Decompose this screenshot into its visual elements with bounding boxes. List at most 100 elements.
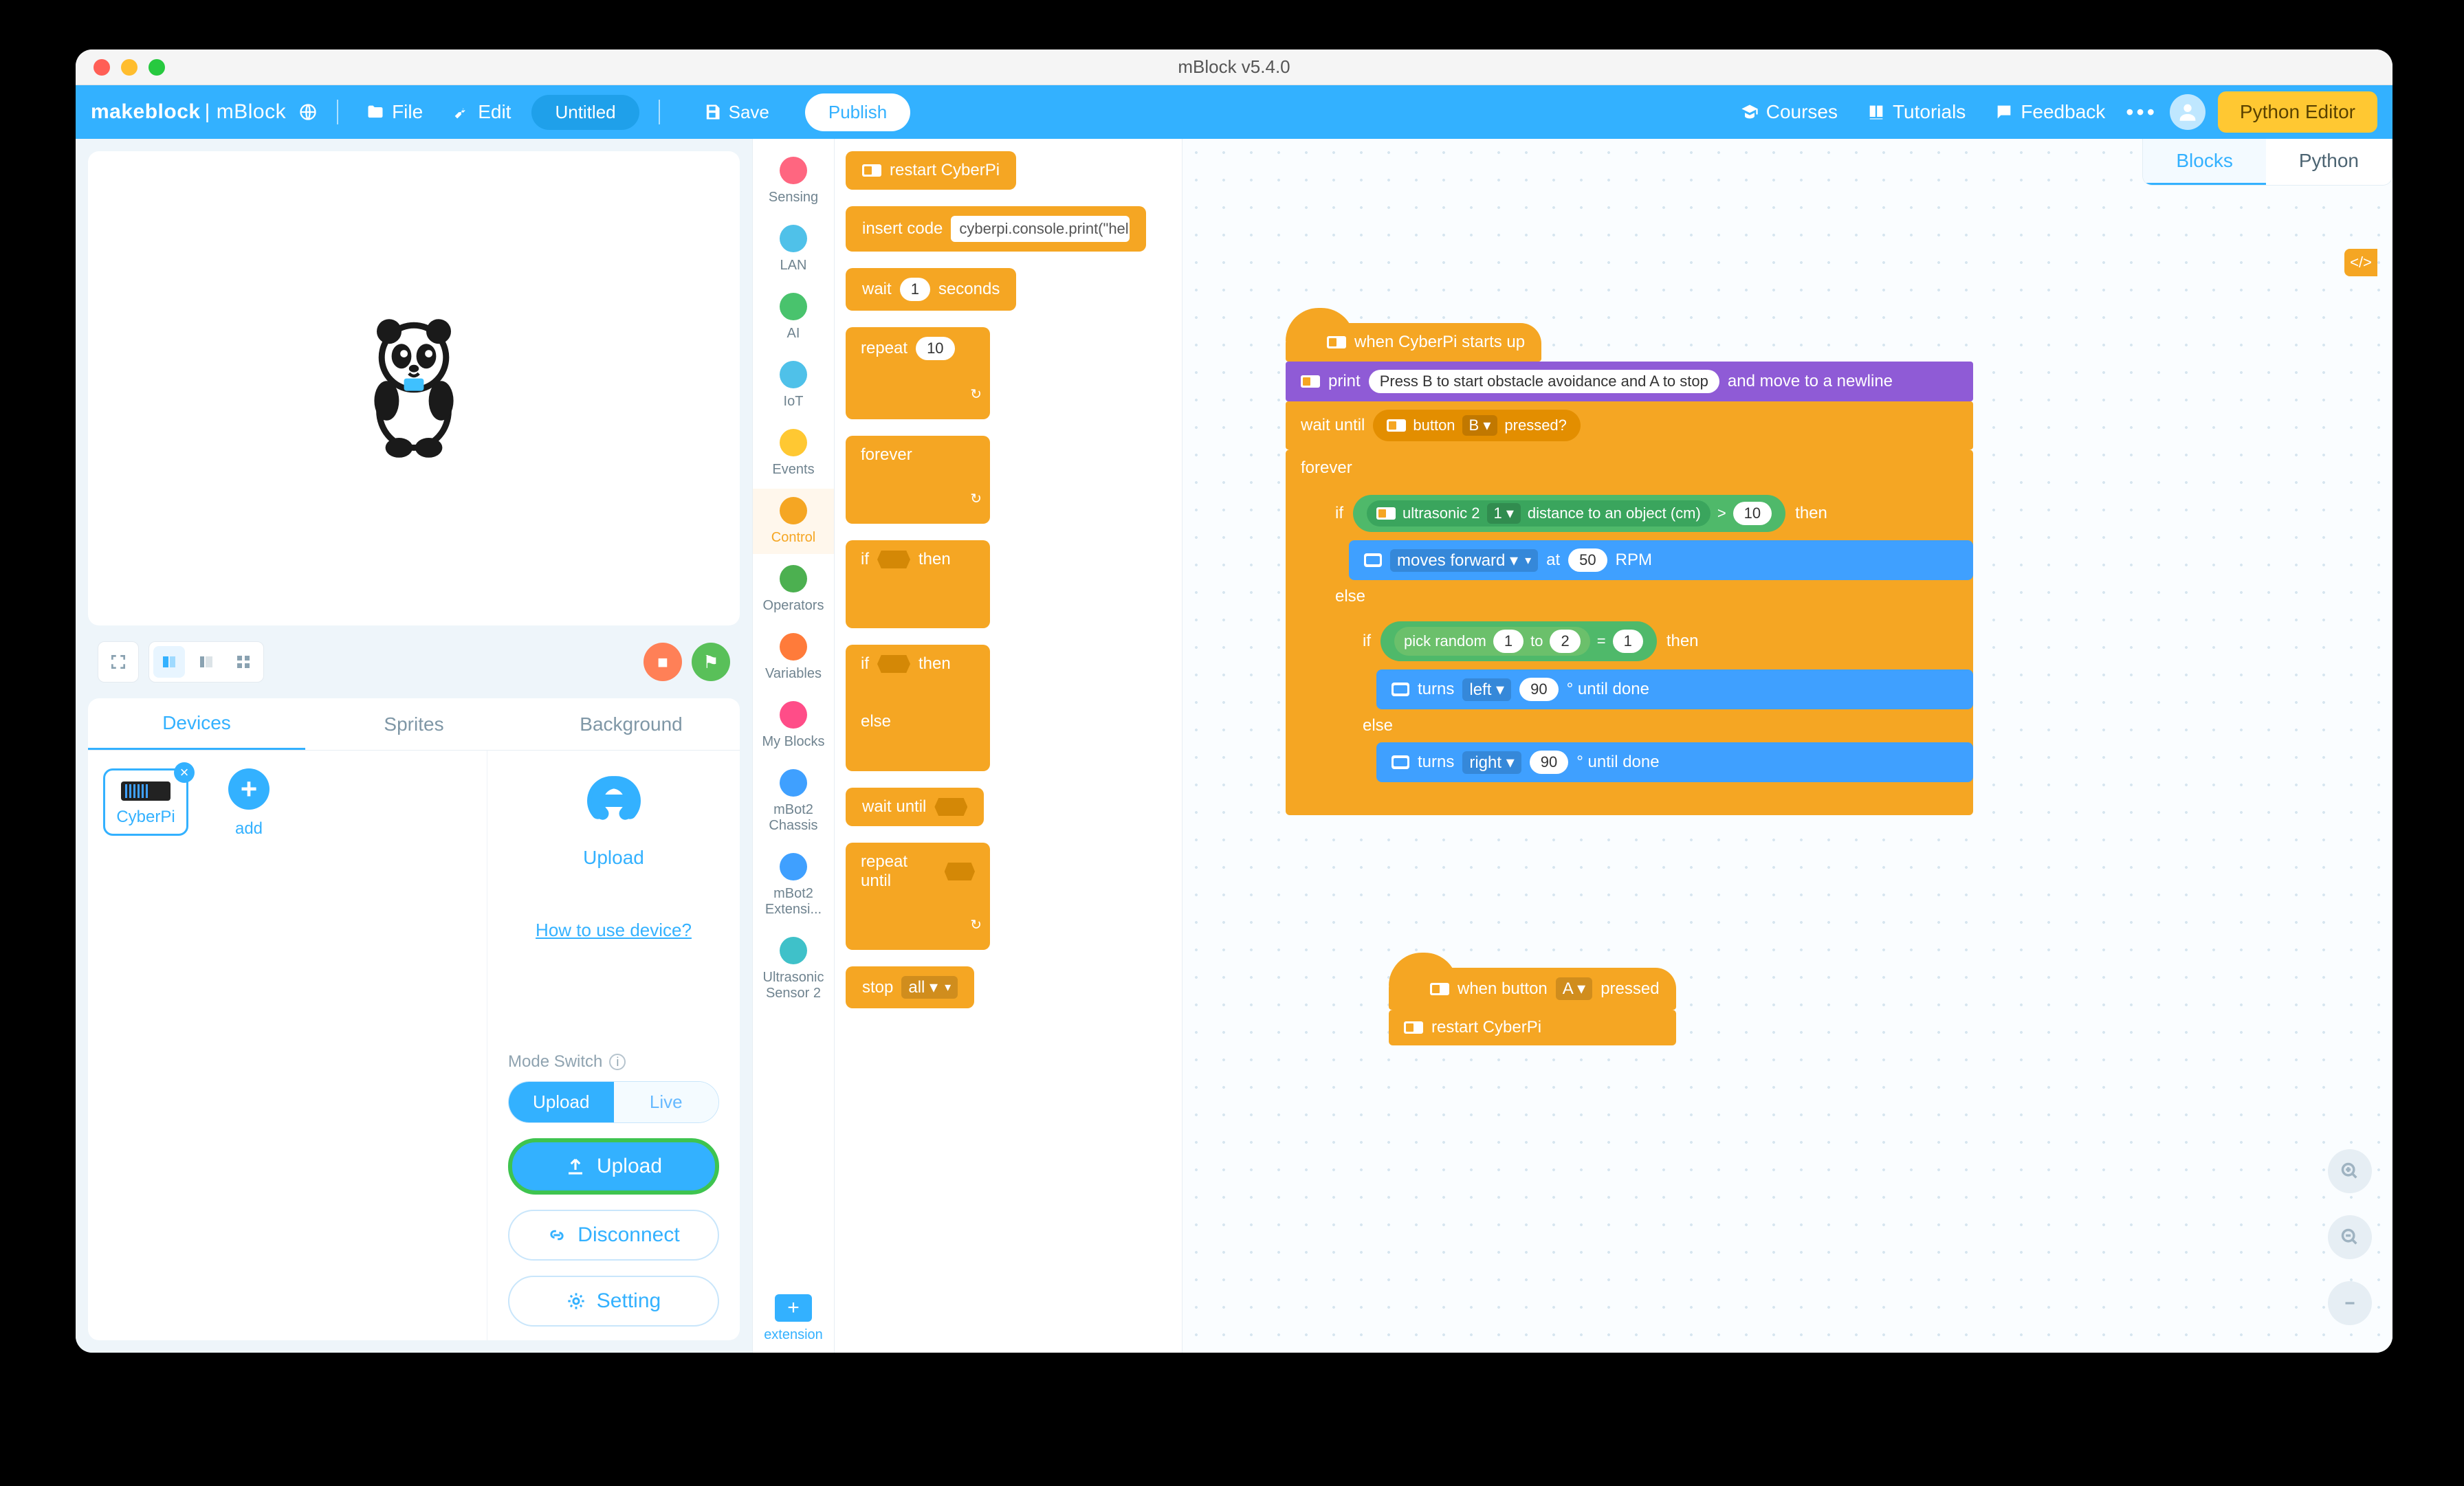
block-turn-left[interactable]: turns left ▾ 90 ° until done bbox=[1376, 669, 1973, 709]
block-if-random[interactable]: if pick random 1 to 2 bbox=[1349, 613, 1973, 792]
category-variables[interactable]: Variables bbox=[753, 625, 834, 690]
value[interactable]: 90 bbox=[1530, 751, 1568, 774]
block-if-else[interactable]: ifthen else bbox=[846, 645, 990, 771]
tab-devices[interactable]: Devices bbox=[88, 698, 305, 750]
tutorials-link[interactable]: Tutorials bbox=[1858, 97, 1974, 127]
condition-slot[interactable] bbox=[934, 798, 967, 816]
tab-blocks[interactable]: Blocks bbox=[2143, 139, 2265, 185]
block-turn-right[interactable]: turns right ▾ 90 ° until done bbox=[1376, 742, 1973, 782]
direction-dropdown[interactable]: right ▾ bbox=[1462, 751, 1521, 774]
add-extension[interactable]: + extension bbox=[764, 1294, 823, 1343]
python-editor-button[interactable]: Python Editor bbox=[2218, 91, 2377, 133]
block-wait-until-button-b[interactable]: wait until button B ▾ pressed? bbox=[1286, 401, 1973, 450]
go-button[interactable]: ⚑ bbox=[692, 643, 730, 681]
port-dropdown[interactable]: 1 ▾ bbox=[1487, 503, 1521, 524]
zoom-window-button[interactable] bbox=[148, 59, 165, 76]
block-restart-cyberpi[interactable]: restart CyberPi bbox=[846, 151, 1016, 190]
add-device[interactable]: + add bbox=[206, 768, 292, 839]
block-wait-seconds[interactable]: wait 1 seconds bbox=[846, 268, 1016, 311]
value[interactable]: 10 bbox=[916, 337, 954, 360]
block-wait-until[interactable]: wait until bbox=[846, 788, 984, 826]
reporter-ultrasonic[interactable]: ultrasonic 2 1 ▾ distance to an object (… bbox=[1367, 500, 1710, 526]
fullscreen-button[interactable] bbox=[102, 646, 134, 678]
block-insert-code[interactable]: insert code cyberpi.console.print("hello bbox=[846, 206, 1146, 252]
hat-when-starts-up[interactable]: when CyberPi starts up bbox=[1286, 323, 1541, 362]
value[interactable]: 1 bbox=[1493, 630, 1524, 653]
category-ultra[interactable]: Ultrasonic Sensor 2 bbox=[753, 929, 834, 1010]
block-forever[interactable]: forever ↻ bbox=[846, 436, 990, 524]
value[interactable]: 1 bbox=[1613, 630, 1643, 653]
value[interactable]: 90 bbox=[1519, 678, 1558, 701]
stage[interactable] bbox=[88, 151, 740, 625]
mode-segmented[interactable]: Upload Live bbox=[508, 1081, 719, 1123]
save-button[interactable]: Save bbox=[679, 93, 793, 131]
remove-device-icon[interactable]: × bbox=[174, 762, 195, 783]
category-events[interactable]: Events bbox=[753, 421, 834, 486]
category-mbot2c[interactable]: mBot2 Chassis bbox=[753, 761, 834, 842]
seg-live[interactable]: Live bbox=[614, 1082, 719, 1122]
how-to-use-link[interactable]: How to use device? bbox=[536, 920, 692, 941]
edit-menu[interactable]: Edit bbox=[443, 97, 519, 127]
disconnect-button[interactable]: Disconnect bbox=[508, 1210, 719, 1261]
block-if-distance[interactable]: if ultrasonic 2 1 ▾ distance to an objec… bbox=[1321, 487, 1973, 801]
block-repeat[interactable]: repeat10 ↻ bbox=[846, 327, 990, 419]
close-window-button[interactable] bbox=[94, 59, 110, 76]
block-forever[interactable]: forever if ultrasonic 2 1 ▾ bbox=[1286, 450, 1973, 815]
toggle-code-view[interactable]: </> bbox=[2344, 249, 2377, 276]
script-canvas[interactable]: Blocks Python </> when CyberPi starts up… bbox=[1182, 139, 2392, 1353]
cond-random-eq[interactable]: pick random 1 to 2 = 1 bbox=[1380, 621, 1657, 661]
file-menu[interactable]: File bbox=[358, 97, 431, 127]
stop-option[interactable]: all ▾ bbox=[901, 976, 958, 999]
stop-button[interactable]: ■ bbox=[644, 643, 682, 681]
block-move-forward[interactable]: moves forward ▾ at 50 RPM bbox=[1349, 540, 1973, 580]
tab-python[interactable]: Python bbox=[2266, 139, 2392, 185]
block-repeat-until[interactable]: repeat until ↻ bbox=[846, 843, 990, 950]
feedback-link[interactable]: Feedback bbox=[1986, 97, 2113, 127]
zoom-out-button[interactable] bbox=[2328, 1215, 2372, 1259]
minimize-window-button[interactable] bbox=[121, 59, 138, 76]
condition-slot[interactable] bbox=[877, 551, 910, 568]
view-grid-button[interactable] bbox=[228, 646, 259, 678]
info-icon[interactable]: i bbox=[609, 1054, 626, 1070]
category-myblocks[interactable]: My Blocks bbox=[753, 693, 834, 758]
project-title[interactable]: Untitled bbox=[531, 95, 639, 130]
seg-upload[interactable]: Upload bbox=[509, 1082, 614, 1122]
tab-sprites[interactable]: Sprites bbox=[305, 698, 522, 750]
condition-slot[interactable] bbox=[877, 655, 910, 673]
cond-button-pressed[interactable]: button B ▾ pressed? bbox=[1373, 410, 1581, 441]
reporter-pick-random[interactable]: pick random 1 to 2 bbox=[1394, 627, 1590, 656]
category-mbot2e[interactable]: mBot2 Extensi... bbox=[753, 845, 834, 926]
user-avatar[interactable] bbox=[2170, 94, 2206, 130]
category-sensing[interactable]: Sensing bbox=[753, 148, 834, 214]
category-iot[interactable]: IoT bbox=[753, 353, 834, 418]
panda-sprite[interactable] bbox=[352, 313, 476, 464]
category-lan[interactable]: LAN bbox=[753, 217, 834, 282]
code-input[interactable]: cyberpi.console.print("hello bbox=[951, 216, 1130, 242]
tab-background[interactable]: Background bbox=[522, 698, 740, 750]
script-stack-1[interactable]: when CyberPi starts up print Press B to … bbox=[1286, 323, 1973, 815]
condition-slot[interactable] bbox=[945, 863, 975, 880]
value[interactable]: 2 bbox=[1550, 630, 1580, 653]
direction-dropdown[interactable]: moves forward ▾ bbox=[1390, 549, 1538, 572]
publish-button[interactable]: Publish bbox=[805, 93, 910, 131]
block-stop[interactable]: stop all ▾ bbox=[846, 966, 974, 1008]
category-control[interactable]: Control bbox=[753, 489, 834, 554]
globe-icon[interactable] bbox=[298, 102, 318, 122]
zoom-in-button[interactable] bbox=[2328, 1149, 2372, 1193]
button-dropdown[interactable]: A ▾ bbox=[1556, 977, 1592, 1000]
script-stack-2[interactable]: when button A ▾ pressed restart CyberPi bbox=[1389, 968, 1676, 1045]
zoom-reset-button[interactable] bbox=[2328, 1281, 2372, 1325]
button-dropdown[interactable]: B ▾ bbox=[1462, 415, 1498, 436]
block-restart-cyberpi[interactable]: restart CyberPi bbox=[1389, 1010, 1676, 1045]
block-if-then[interactable]: ifthen bbox=[846, 540, 990, 628]
upload-button[interactable]: Upload bbox=[508, 1138, 719, 1195]
setting-button[interactable]: Setting bbox=[508, 1276, 719, 1327]
block-print[interactable]: print Press B to start obstacle avoidanc… bbox=[1286, 362, 1973, 401]
hat-when-button-a[interactable]: when button A ▾ pressed bbox=[1389, 968, 1676, 1010]
value[interactable]: 1 bbox=[900, 278, 930, 301]
category-ai[interactable]: AI bbox=[753, 285, 834, 350]
view-stage-button[interactable] bbox=[190, 646, 222, 678]
category-operators[interactable]: Operators bbox=[753, 557, 834, 622]
device-cyberpi[interactable]: × CyberPi bbox=[103, 768, 188, 836]
view-split-button[interactable] bbox=[153, 646, 185, 678]
